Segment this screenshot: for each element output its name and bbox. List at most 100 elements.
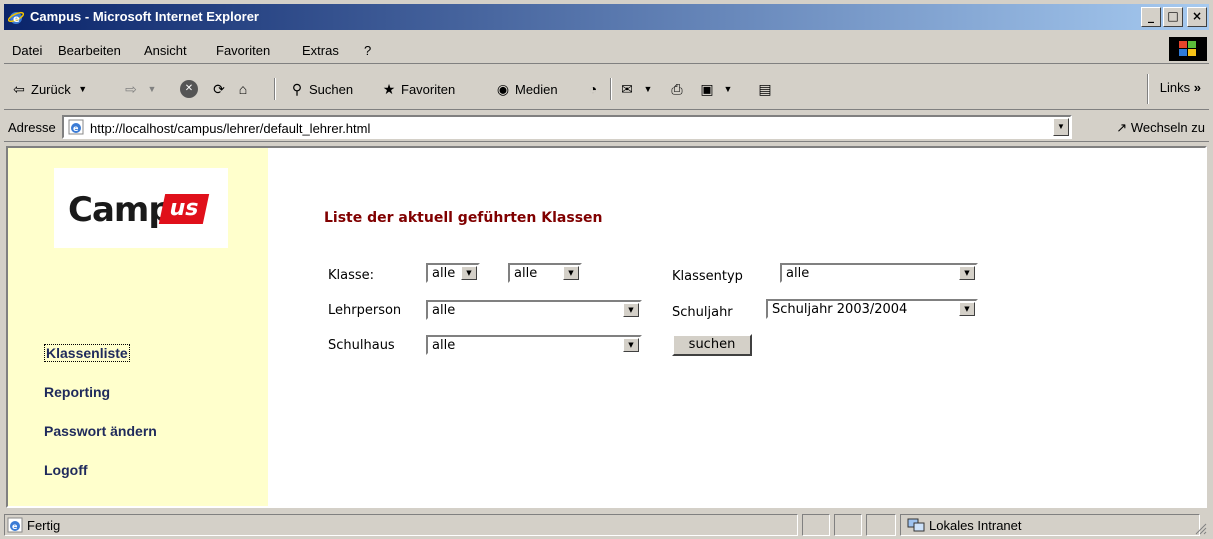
address-bar: Adresse e http://localhost/campus/lehrer… bbox=[4, 112, 1209, 142]
chevron-down-icon: ▼ bbox=[563, 266, 579, 280]
favorites-star-icon: ★ bbox=[382, 81, 396, 97]
lehrperson-select-value: alle bbox=[432, 303, 456, 318]
resize-grip-icon[interactable] bbox=[1193, 521, 1207, 535]
page-ie-icon: e bbox=[7, 517, 23, 533]
klasse-label: Klasse: bbox=[328, 268, 375, 283]
menu-favoriten[interactable]: Favoriten bbox=[216, 43, 270, 58]
chevron-down-icon: ▼ bbox=[461, 266, 477, 280]
status-cell bbox=[802, 514, 830, 536]
suchen-button[interactable]: suchen bbox=[672, 334, 752, 356]
chevron-down-icon: ▼ bbox=[959, 266, 975, 280]
search-button[interactable]: ⚲ Suchen bbox=[288, 80, 353, 98]
ie-logo-icon: e bbox=[8, 11, 24, 25]
links-button[interactable]: Links » bbox=[1160, 80, 1201, 95]
sidebar: Camp us Klassenliste Reporting Passwort … bbox=[8, 148, 268, 506]
links-label: Links bbox=[1159, 80, 1191, 95]
chevron-down-icon: ▼ bbox=[723, 84, 733, 94]
menu-datei[interactable]: Datei bbox=[12, 43, 42, 58]
discuss-button[interactable]: ▤ bbox=[756, 80, 774, 98]
media-label: Medien bbox=[515, 81, 558, 97]
chevron-down-icon: ▼ bbox=[78, 84, 88, 94]
print-button[interactable]: ⎙ bbox=[668, 80, 686, 98]
schulhaus-select-value: alle bbox=[432, 338, 456, 353]
favorites-label: Favoriten bbox=[401, 81, 456, 97]
lehrperson-select[interactable]: alle ▼ bbox=[426, 300, 642, 320]
menu-help[interactable]: ? bbox=[364, 43, 371, 58]
klasse-select-2-value: alle bbox=[514, 266, 538, 281]
menu-ansicht[interactable]: Ansicht bbox=[144, 43, 187, 58]
nav-reporting[interactable]: Reporting bbox=[44, 384, 110, 400]
toolbar-separator bbox=[610, 78, 612, 100]
address-label: Adresse bbox=[8, 120, 56, 135]
schuljahr-label: Schuljahr bbox=[672, 305, 733, 320]
chevron-right-icon: » bbox=[1193, 80, 1201, 95]
favorites-button[interactable]: ★ Favoriten bbox=[380, 80, 455, 98]
stop-icon: ✕ bbox=[180, 80, 198, 98]
print-icon: ⎙ bbox=[671, 81, 683, 97]
mail-icon: ✉ bbox=[621, 81, 633, 97]
media-button[interactable]: ◉ Medien bbox=[494, 80, 558, 98]
chevron-down-icon: ▼ bbox=[147, 84, 157, 94]
menu-extras[interactable]: Extras bbox=[302, 43, 339, 58]
refresh-button[interactable]: ⟳ bbox=[210, 80, 228, 98]
browser-window: e Campus - Microsoft Internet Explorer _… bbox=[0, 0, 1213, 539]
back-arrow-icon: ⇦ bbox=[13, 81, 25, 97]
history-button[interactable]: ◔ bbox=[584, 80, 602, 98]
svg-text:e: e bbox=[13, 14, 20, 25]
schuljahr-select[interactable]: Schuljahr 2003/2004 ▼ bbox=[766, 299, 978, 319]
toolbar-separator bbox=[1147, 74, 1149, 104]
nav-passwort-aendern[interactable]: Passwort ändern bbox=[44, 423, 157, 439]
security-zone[interactable]: Lokales Intranet bbox=[900, 514, 1200, 536]
menu-bearbeiten[interactable]: Bearbeiten bbox=[58, 43, 121, 58]
forward-button[interactable]: ⇨ ▼ bbox=[122, 80, 161, 98]
chevron-down-icon: ▼ bbox=[623, 338, 639, 352]
svg-text:e: e bbox=[73, 124, 79, 133]
home-button[interactable]: ⌂ bbox=[234, 80, 252, 98]
go-button[interactable]: ↗ Wechseln zu bbox=[1116, 120, 1205, 136]
klasse-select-2[interactable]: alle ▼ bbox=[508, 263, 582, 283]
go-arrow-icon: ↗ bbox=[1116, 120, 1128, 135]
home-icon: ⌂ bbox=[238, 81, 248, 97]
maximize-button[interactable]: □ bbox=[1163, 7, 1183, 27]
klassentyp-select[interactable]: alle ▼ bbox=[780, 263, 978, 283]
mail-button[interactable]: ✉ ▼ bbox=[618, 80, 657, 98]
klassentyp-select-value: alle bbox=[786, 266, 810, 281]
address-input[interactable]: e http://localhost/campus/lehrer/default… bbox=[62, 115, 1072, 139]
refresh-icon: ⟳ bbox=[213, 81, 225, 97]
logo-badge: us bbox=[158, 194, 210, 224]
logo-text: Camp bbox=[68, 190, 173, 230]
go-label: Wechseln zu bbox=[1130, 120, 1205, 135]
chevron-down-icon: ▼ bbox=[959, 302, 975, 316]
chevron-down-icon: ▼ bbox=[623, 303, 639, 317]
stop-button[interactable]: ✕ bbox=[180, 80, 198, 98]
chevron-down-icon: ▼ bbox=[643, 84, 653, 94]
menu-bar: Datei Bearbeiten Ansicht Favoriten Extra… bbox=[4, 36, 1209, 64]
address-dropdown-button[interactable]: ▼ bbox=[1053, 118, 1069, 136]
close-button[interactable]: × bbox=[1187, 7, 1207, 27]
media-icon: ◉ bbox=[496, 81, 510, 97]
schuljahr-select-value: Schuljahr 2003/2004 bbox=[772, 302, 908, 317]
schulhaus-select[interactable]: alle ▼ bbox=[426, 335, 642, 355]
status-cell bbox=[834, 514, 862, 536]
search-icon: ⚲ bbox=[291, 81, 303, 97]
discuss-icon: ▤ bbox=[758, 81, 772, 97]
klasse-select-1-value: alle bbox=[432, 266, 456, 281]
schulhaus-label: Schulhaus bbox=[328, 338, 395, 353]
window-title: Campus - Microsoft Internet Explorer bbox=[30, 9, 259, 24]
search-label: Suchen bbox=[309, 81, 354, 97]
status-text: Fertig bbox=[27, 518, 61, 533]
toolbar: ⇦ Zurück ▼ ⇨ ▼ ✕ ⟳ ⌂ ⚲ Suchen ★ Favorite… bbox=[4, 68, 1209, 110]
windows-logo-icon bbox=[1169, 37, 1207, 61]
nav-logoff[interactable]: Logoff bbox=[44, 462, 88, 478]
edit-button[interactable]: ▣ ▼ bbox=[698, 80, 737, 98]
nav-klassenliste[interactable]: Klassenliste bbox=[44, 344, 130, 362]
page-ie-icon: e bbox=[68, 119, 84, 135]
minimize-button[interactable]: _ bbox=[1141, 7, 1161, 27]
campus-logo: Camp us bbox=[54, 168, 228, 248]
back-button[interactable]: ⇦ Zurück ▼ bbox=[10, 80, 92, 98]
zone-text: Lokales Intranet bbox=[929, 518, 1022, 533]
title-bar[interactable]: e Campus - Microsoft Internet Explorer _… bbox=[4, 4, 1209, 30]
klasse-select-1[interactable]: alle ▼ bbox=[426, 263, 480, 283]
page-content: Camp us Klassenliste Reporting Passwort … bbox=[6, 146, 1207, 508]
edit-icon: ▣ bbox=[700, 81, 714, 97]
